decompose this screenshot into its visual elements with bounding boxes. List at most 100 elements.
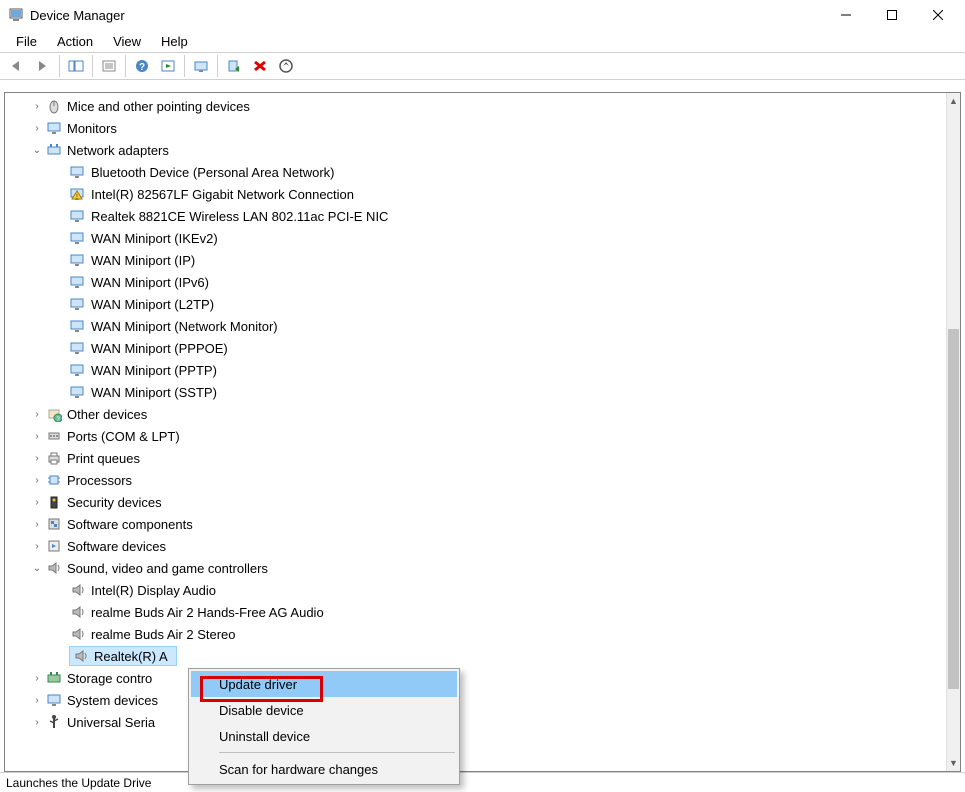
chevron-right-icon[interactable]: › (29, 714, 45, 730)
menu-view[interactable]: View (103, 32, 151, 51)
chevron-right-icon[interactable]: › (29, 692, 45, 708)
tree-item-network-child[interactable]: WAN Miniport (PPPOE) (5, 337, 946, 359)
context-menu-scan-hardware[interactable]: Scan for hardware changes (191, 756, 457, 782)
tree-item-network-child[interactable]: WAN Miniport (IKEv2) (5, 227, 946, 249)
tree-item-sound-child[interactable]: realme Buds Air 2 Hands-Free AG Audio (5, 601, 946, 623)
tree-item-label: WAN Miniport (IP) (91, 253, 201, 268)
menu-file[interactable]: File (6, 32, 47, 51)
tree-item-mice[interactable]: › Mice and other pointing devices (5, 95, 946, 117)
scroll-down-button[interactable]: ▼ (947, 755, 960, 771)
network-adapter-icon (69, 207, 87, 225)
speaker-icon (69, 625, 87, 643)
uninstall-device-button[interactable] (248, 55, 272, 77)
chevron-right-icon[interactable]: › (29, 120, 45, 136)
tree-item-sound-child[interactable]: Realtek(R) A (5, 645, 946, 667)
network-adapter-icon (69, 317, 87, 335)
tree-item-usb[interactable]: › Universal Seria (5, 711, 946, 733)
tree-item-network-child[interactable]: WAN Miniport (Network Monitor) (5, 315, 946, 337)
tree-item-sound-controllers[interactable]: ⌄ Sound, video and game controllers (5, 557, 946, 579)
tree-item-sound-child[interactable]: realme Buds Air 2 Stereo (5, 623, 946, 645)
context-menu: Update driver Disable device Uninstall d… (188, 668, 460, 785)
network-adapter-icon (69, 251, 87, 269)
tree-item-security-devices[interactable]: › Security devices (5, 491, 946, 513)
chevron-right-icon[interactable]: › (29, 428, 45, 444)
software-component-icon (45, 515, 63, 533)
scan-hardware-button[interactable] (274, 55, 298, 77)
tree-item-network-child[interactable]: Realtek 8821CE Wireless LAN 802.11ac PCI… (5, 205, 946, 227)
tree-item-network-child[interactable]: WAN Miniport (PPTP) (5, 359, 946, 381)
menu-help[interactable]: Help (151, 32, 198, 51)
back-button[interactable] (5, 55, 29, 77)
tree-item-label: WAN Miniport (SSTP) (91, 385, 223, 400)
title-bar: Device Manager (0, 0, 965, 30)
printer-icon (45, 449, 63, 467)
minimize-button[interactable] (823, 0, 869, 30)
vertical-scrollbar[interactable]: ▲ ▼ (946, 93, 960, 771)
tree-item-label: WAN Miniport (PPPOE) (91, 341, 234, 356)
software-device-icon (45, 537, 63, 555)
tree-item-software-devices[interactable]: › Software devices (5, 535, 946, 557)
maximize-button[interactable] (869, 0, 915, 30)
tree-item-label: Intel(R) Display Audio (91, 583, 222, 598)
menu-bar: File Action View Help (0, 30, 965, 52)
tree-item-label: Intel(R) 82567LF Gigabit Network Connect… (91, 187, 360, 202)
chevron-right-icon[interactable]: › (29, 494, 45, 510)
tree-item-monitors[interactable]: › Monitors (5, 117, 946, 139)
network-adapter-icon (69, 295, 87, 313)
show-hide-console-tree-button[interactable] (64, 55, 88, 77)
scroll-thumb[interactable] (948, 329, 959, 689)
action-button[interactable] (156, 55, 180, 77)
context-menu-disable-device[interactable]: Disable device (191, 697, 457, 723)
speaker-icon (69, 581, 87, 599)
port-icon (45, 427, 63, 445)
tree-item-software-components[interactable]: › Software components (5, 513, 946, 535)
chevron-right-icon[interactable]: › (29, 98, 45, 114)
tree-item-network-child[interactable]: Bluetooth Device (Personal Area Network) (5, 161, 946, 183)
chevron-right-icon[interactable]: › (29, 538, 45, 554)
close-button[interactable] (915, 0, 961, 30)
svg-text:?: ? (139, 62, 145, 73)
tree-item-network-child[interactable]: !Intel(R) 82567LF Gigabit Network Connec… (5, 183, 946, 205)
chevron-right-icon[interactable]: › (29, 670, 45, 686)
properties-button[interactable] (97, 55, 121, 77)
speaker-icon (69, 603, 87, 621)
device-tree[interactable]: › Mice and other pointing devices › Moni… (5, 93, 946, 771)
chevron-right-icon[interactable]: › (29, 406, 45, 422)
monitor-icon (45, 119, 63, 137)
window-title: Device Manager (30, 8, 125, 23)
tree-item-network-child[interactable]: WAN Miniport (IPv6) (5, 271, 946, 293)
other-devices-icon: ? (45, 405, 63, 423)
tree-item-network-child[interactable]: WAN Miniport (L2TP) (5, 293, 946, 315)
tree-item-print-queues[interactable]: › Print queues (5, 447, 946, 469)
tree-item-label: Bluetooth Device (Personal Area Network) (91, 165, 341, 180)
usb-icon (45, 713, 63, 731)
chevron-right-icon[interactable]: › (29, 516, 45, 532)
tree-item-sound-child[interactable]: Intel(R) Display Audio (5, 579, 946, 601)
scroll-up-button[interactable]: ▲ (947, 93, 960, 109)
forward-button[interactable] (31, 55, 55, 77)
tree-item-system-devices[interactable]: › System devices (5, 689, 946, 711)
device-manager-icon (8, 7, 24, 23)
tree-item-other-devices[interactable]: › ? Other devices (5, 403, 946, 425)
chevron-down-icon[interactable]: ⌄ (29, 560, 45, 576)
tree-item-ports[interactable]: › Ports (COM & LPT) (5, 425, 946, 447)
scroll-track[interactable] (947, 109, 960, 755)
help-button[interactable]: ? (130, 55, 154, 77)
tree-item-network-child[interactable]: WAN Miniport (IP) (5, 249, 946, 271)
menu-action[interactable]: Action (47, 32, 103, 51)
chevron-down-icon[interactable]: ⌄ (29, 142, 45, 158)
update-driver-button[interactable] (189, 55, 213, 77)
enable-device-button[interactable] (222, 55, 246, 77)
tree-item-storage-controllers[interactable]: › Storage contro (5, 667, 946, 689)
tree-item-network-adapters[interactable]: ⌄ Network adapters (5, 139, 946, 161)
tree-item-network-child[interactable]: WAN Miniport (SSTP) (5, 381, 946, 403)
chevron-right-icon[interactable]: › (29, 472, 45, 488)
tree-item-processors[interactable]: › Processors (5, 469, 946, 491)
toolbar: ? (0, 52, 965, 80)
tree-item-label: WAN Miniport (IPv6) (91, 275, 215, 290)
network-adapter-icon (69, 361, 87, 379)
context-menu-update-driver[interactable]: Update driver (191, 671, 457, 697)
network-adapter-icon (69, 383, 87, 401)
chevron-right-icon[interactable]: › (29, 450, 45, 466)
context-menu-uninstall-device[interactable]: Uninstall device (191, 723, 457, 749)
